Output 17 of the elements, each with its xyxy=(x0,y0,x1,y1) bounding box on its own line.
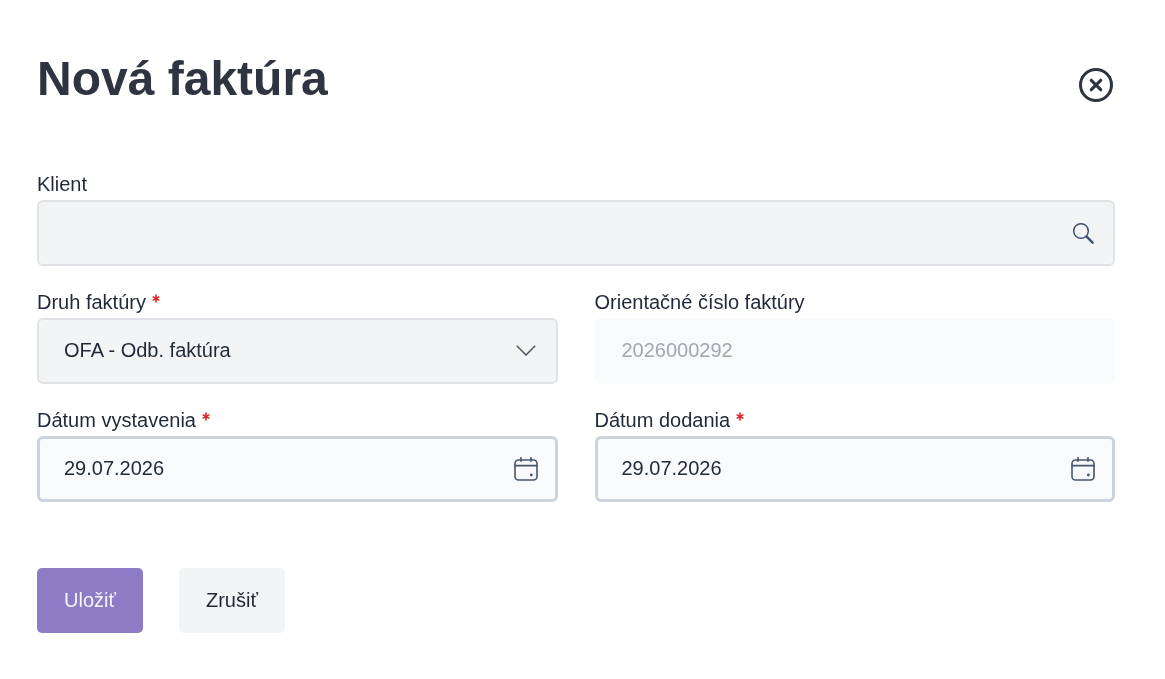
field-label: Klient xyxy=(37,171,88,196)
field-label: Orientačné číslo faktúry xyxy=(594,289,805,314)
dialog-title: Nová faktúra xyxy=(37,51,328,107)
close-button[interactable] xyxy=(1079,68,1113,102)
dropdown[interactable]: OFA - Odb. faktúra xyxy=(37,317,558,384)
cancel-button[interactable]: Zrušiť xyxy=(178,567,285,633)
chevron-down-icon xyxy=(515,345,536,357)
calendar-icon xyxy=(513,456,538,481)
date-field[interactable]: 29.07.2026 xyxy=(594,435,1115,502)
field-label: Druh faktúry xyxy=(37,289,146,314)
search-field[interactable] xyxy=(37,199,1115,266)
search-icon xyxy=(1072,221,1094,244)
field-label: Dátum vystavenia xyxy=(37,407,196,432)
field-label: Dátum dodania xyxy=(594,407,731,432)
close-icon xyxy=(1079,68,1113,102)
date-field[interactable]: 29.07.2026 xyxy=(37,435,558,502)
calendar-icon xyxy=(1071,456,1095,481)
